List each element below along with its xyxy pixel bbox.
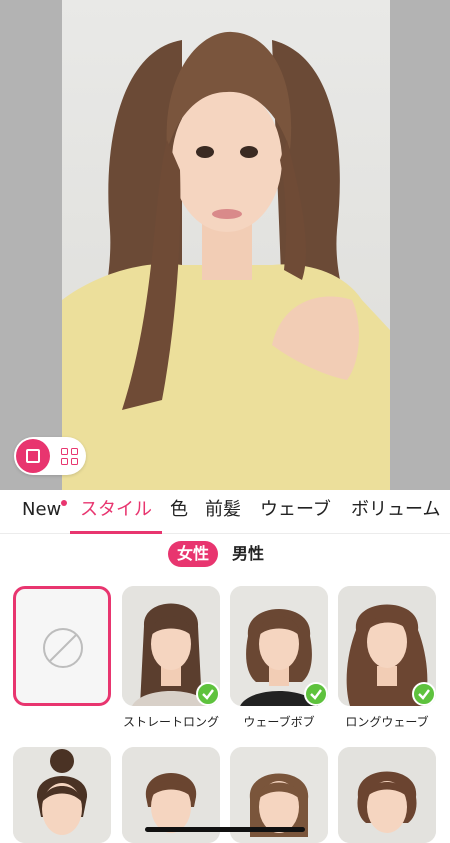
square-icon[interactable] [16,439,50,473]
style-card-bun[interactable] [13,747,111,843]
style-card-straight-long[interactable] [122,586,220,706]
home-indicator [145,827,305,832]
style-card-short-wave[interactable] [338,747,436,843]
style-label: ストレートロング [122,715,219,729]
tab-color[interactable]: 色 [170,498,188,528]
new-badge-dot [61,500,67,506]
preview-photo [62,0,390,490]
category-tabs: New スタイル 色 前髪 ウェーブ ボリューム [0,490,450,534]
no-style-icon [43,628,83,668]
grid-icon[interactable] [54,439,84,473]
tab-wave[interactable]: ウェーブ [260,498,331,528]
gender-female-button[interactable]: 女性 [168,541,218,567]
gender-male-button[interactable]: 男性 [232,541,264,567]
tab-style[interactable]: スタイル [80,498,152,528]
preview-area [0,0,450,490]
checkmark-icon [304,682,328,706]
checkmark-icon [196,682,220,706]
active-tab-indicator [70,531,162,534]
tab-volume[interactable]: ボリューム [351,498,440,528]
style-label: ウェーブボブ [243,715,315,729]
tab-bangs[interactable]: 前髪 [205,498,241,528]
checkmark-icon [412,682,436,706]
no-style-card[interactable] [13,586,111,706]
style-label: ロングウェーブ [345,715,429,729]
style-card-long-wave[interactable] [338,586,436,706]
style-card-wave-bob[interactable] [230,586,328,706]
tab-new[interactable]: New [22,498,61,528]
view-mode-toggle [14,437,86,475]
